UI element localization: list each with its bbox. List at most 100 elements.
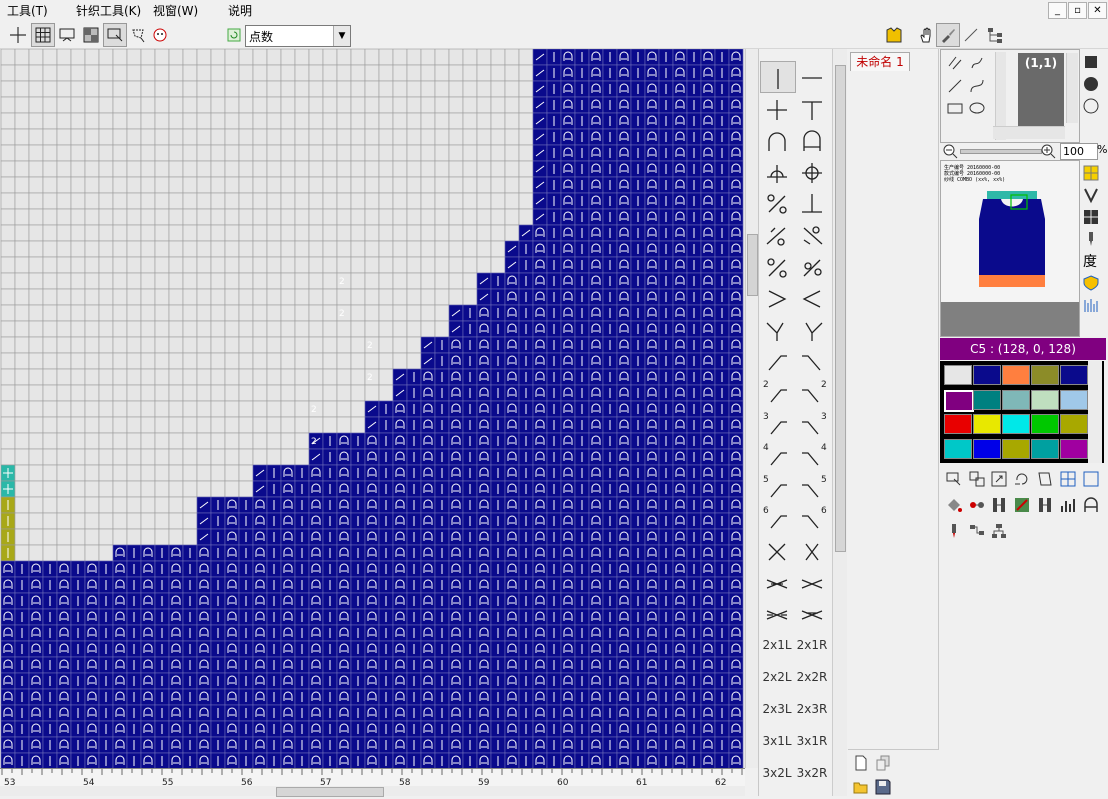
stitch-3x1l[interactable]: 3x1L [760,726,794,756]
grid-cell[interactable] [364,160,380,178]
grid-cell[interactable] [196,752,212,768]
grid-cell[interactable] [266,176,282,194]
grid-cell[interactable] [350,176,366,194]
grid-cell[interactable] [672,336,688,354]
grid-cell[interactable] [14,400,30,418]
grid-cell[interactable] [252,560,268,578]
grid-cell[interactable] [56,208,72,226]
grid-cell[interactable] [266,80,282,98]
grid-cell[interactable] [154,80,170,98]
grid-cell[interactable] [84,592,100,610]
grid-cell[interactable] [588,752,604,768]
grid-cell[interactable] [406,49,422,66]
fill-circle-button[interactable] [1082,75,1100,93]
grid-cell[interactable] [196,736,212,754]
grid-cell[interactable] [280,528,296,546]
grid-cell[interactable] [504,672,520,690]
grid-cell[interactable] [700,112,716,130]
grid-cell[interactable] [182,512,198,530]
grid-cell[interactable] [448,512,464,530]
grid-cell[interactable] [448,752,464,768]
v-neck-button[interactable] [1081,185,1101,205]
grid-cell[interactable] [0,288,16,306]
grid-cell[interactable] [350,224,366,242]
grid-cell[interactable] [28,144,44,162]
grid-cell[interactable] [644,304,660,322]
grid-cell[interactable] [644,432,660,450]
grid-cell[interactable] [56,752,72,768]
grid-cell[interactable] [168,464,184,482]
grid-cell[interactable] [56,576,72,594]
stitch-palette-scroll-thumb[interactable] [835,65,846,552]
grid-cell[interactable] [504,736,520,754]
grid-cell[interactable] [322,192,338,210]
grid-cell[interactable] [532,656,548,674]
grid-vertical-scrollbar[interactable] [745,49,758,768]
grid-cell[interactable] [462,64,478,82]
grid-cell[interactable] [700,144,716,162]
grid-cell[interactable] [364,720,380,738]
grid-cell[interactable] [392,736,408,754]
grid-cell[interactable] [84,160,100,178]
grid-cell[interactable] [532,384,548,402]
grid-cell[interactable] [728,528,744,546]
grid-cell[interactable] [238,160,254,178]
grid-cell[interactable] [224,720,240,738]
grid-cell[interactable] [322,224,338,242]
grid-cell[interactable] [210,176,226,194]
grid-cell[interactable] [70,144,86,162]
grid-cell[interactable] [420,288,436,306]
grid-cell[interactable] [0,176,16,194]
grid-cell[interactable] [196,288,212,306]
grid-cell[interactable] [84,656,100,674]
grid-cell[interactable] [56,640,72,658]
grid-cell[interactable] [378,224,394,242]
color-swatch[interactable] [973,389,1001,410]
grid-cell[interactable] [420,624,436,642]
grid-cell[interactable] [140,608,156,626]
grid-cell[interactable] [616,720,632,738]
grid-cell[interactable] [532,240,548,258]
grid-cell[interactable] [238,144,254,162]
grid-cell[interactable] [224,640,240,658]
grid-cell[interactable] [294,384,310,402]
grid-cell[interactable] [728,352,744,370]
grid-cell[interactable] [700,464,716,482]
grid-cell[interactable] [294,288,310,306]
grid-cell[interactable] [560,560,576,578]
grid-cell[interactable] [56,224,72,242]
grid-cell[interactable] [728,592,744,610]
grid-cell[interactable] [616,608,632,626]
grid-cell[interactable] [182,240,198,258]
grid-cell[interactable] [28,352,44,370]
grid-cell[interactable] [14,528,30,546]
grid-cell[interactable] [448,592,464,610]
grid-cell[interactable] [112,480,128,498]
grid-cell[interactable] [644,176,660,194]
grid-cell[interactable] [84,240,100,258]
grid-cell[interactable] [504,608,520,626]
grid-cell[interactable] [98,544,114,562]
grid-cell[interactable] [168,176,184,194]
grid-cell[interactable] [672,128,688,146]
grid-cell[interactable] [154,96,170,114]
grid-cell[interactable] [168,640,184,658]
grid-cell[interactable] [588,672,604,690]
grid-cell[interactable] [420,672,436,690]
grid-cell[interactable] [588,640,604,658]
grid-cell[interactable] [364,304,380,322]
grid-cell[interactable] [0,64,16,82]
grid-cell[interactable] [476,240,492,258]
grid-cell[interactable] [560,512,576,530]
grid-cell[interactable] [56,49,72,66]
grid-cell[interactable] [14,144,30,162]
palette-scrollbar[interactable] [1088,361,1102,463]
grid-cell[interactable] [476,640,492,658]
grid-cell[interactable] [336,208,352,226]
grid-cell[interactable] [588,112,604,130]
grid-cell[interactable] [336,720,352,738]
grid-cell[interactable] [462,49,478,66]
grid-cell[interactable] [672,688,688,706]
grid-cell[interactable] [406,192,422,210]
grid-cell[interactable] [672,144,688,162]
